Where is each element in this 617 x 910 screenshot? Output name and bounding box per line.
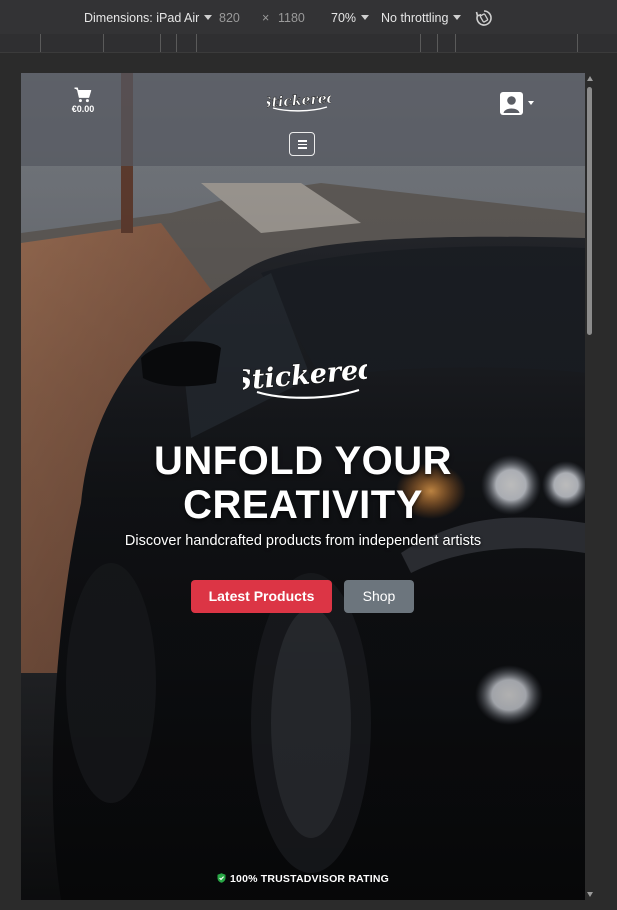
devtools-device-toolbar: Dimensions: iPad Air 820 × 1180 70% No t…: [0, 0, 617, 35]
cart-total: €0.00: [71, 104, 95, 114]
zoom-select[interactable]: 70%: [331, 11, 370, 25]
viewport-scrollbar[interactable]: [585, 73, 595, 900]
height-input[interactable]: 1180: [278, 11, 305, 25]
scroll-down-icon[interactable]: [587, 892, 593, 897]
chevron-down-icon: [361, 15, 370, 20]
menu-toggle-button[interactable]: [289, 132, 315, 156]
device-select[interactable]: Dimensions: iPad Air: [84, 11, 213, 25]
cart-icon: [74, 87, 92, 103]
shield-check-icon: [217, 873, 226, 883]
account-dropdown[interactable]: [500, 92, 536, 116]
width-input[interactable]: 820: [219, 11, 240, 25]
hamburger-icon: [298, 140, 307, 142]
hero-title: UNFOLD YOUR CREATIVITY: [153, 439, 453, 527]
hero-logo: Stickered: [243, 353, 367, 399]
trust-text: 100% TRUSTADVISOR RATING: [229, 873, 389, 885]
chevron-down-icon: [453, 15, 462, 20]
site-logo[interactable]: Stickered: [267, 86, 331, 116]
rotate-icon[interactable]: [475, 9, 493, 27]
chevron-down-icon: [204, 15, 213, 20]
svg-text:Stickered: Stickered: [243, 354, 367, 398]
cart-button[interactable]: €0.00: [65, 87, 101, 114]
chevron-down-icon: [528, 101, 534, 105]
device-viewport: €0.00 Stickered Stickered UNFOLD YOUR CR…: [21, 73, 585, 900]
scroll-thumb[interactable]: [587, 87, 592, 335]
user-icon: [500, 92, 523, 115]
site-header: €0.00 Stickered: [21, 73, 585, 166]
scroll-up-icon[interactable]: [587, 76, 593, 81]
trust-rating: 100% TRUSTADVISOR RATING: [21, 873, 585, 885]
shop-button[interactable]: Shop: [344, 580, 414, 613]
latest-products-button[interactable]: Latest Products: [191, 580, 332, 613]
dimension-times: ×: [262, 11, 270, 25]
hero-subtitle: Discover handcrafted products from indep…: [124, 533, 482, 549]
throttling-select[interactable]: No throttling: [381, 11, 462, 25]
device-ruler: [0, 34, 617, 53]
